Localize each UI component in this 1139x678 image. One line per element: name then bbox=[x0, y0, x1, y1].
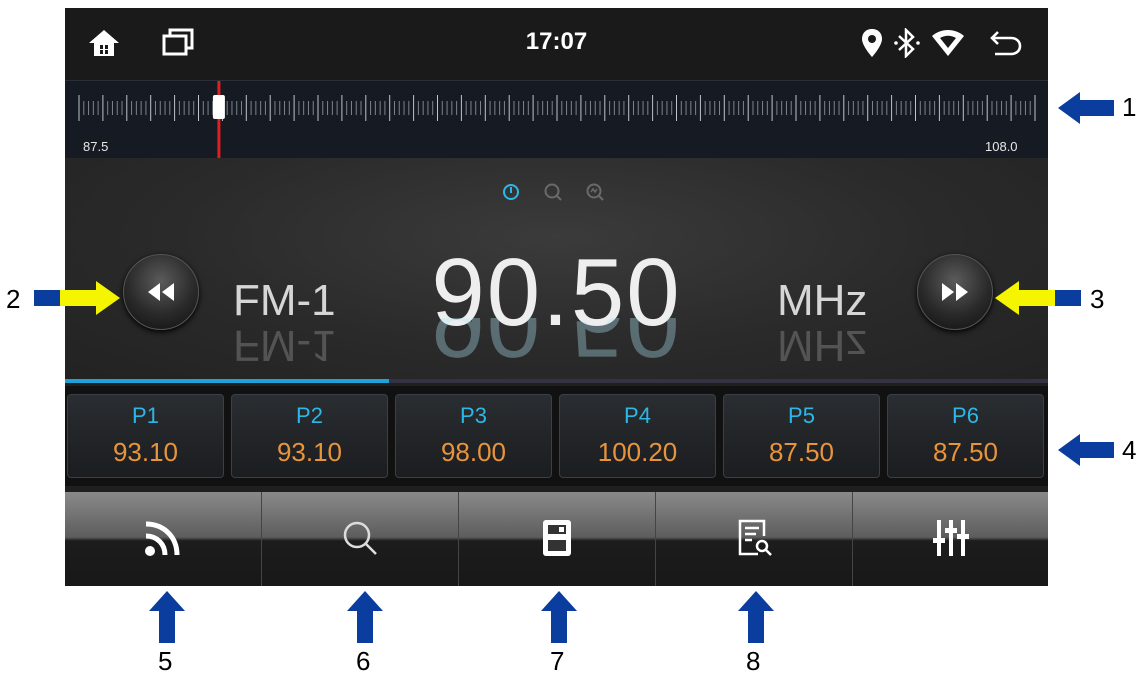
equalizer-icon bbox=[933, 520, 969, 556]
list-search-button[interactable] bbox=[656, 492, 853, 586]
search-button[interactable] bbox=[262, 492, 459, 586]
search-icon bbox=[343, 521, 377, 555]
annotation-number-7: 7 bbox=[550, 646, 565, 676]
save-icon bbox=[543, 520, 571, 556]
annotation-number-6: 6 bbox=[356, 646, 371, 676]
unit-label-reflection: MHz bbox=[777, 321, 868, 370]
unit-label: MHz bbox=[777, 276, 868, 325]
preset-name: P3 bbox=[460, 403, 487, 428]
preset-page-indicator bbox=[65, 379, 1048, 383]
preset-button-p2[interactable]: P2 93.10 bbox=[231, 394, 388, 478]
scan-icon[interactable] bbox=[543, 182, 563, 202]
preset-name: P2 bbox=[296, 403, 323, 428]
frequency-display: FM-1 FM-1 90.50 90.50 MHz MHz bbox=[65, 158, 1048, 383]
list-search-icon bbox=[738, 519, 772, 556]
equalizer-button[interactable] bbox=[853, 492, 1048, 586]
annotation-arrow-3 bbox=[995, 281, 1081, 315]
preset-button-p1[interactable]: P1 93.10 bbox=[67, 394, 224, 478]
frequency-reflection: 90.50 bbox=[431, 318, 682, 377]
back-icon[interactable] bbox=[989, 28, 1023, 63]
preset-button-p3[interactable]: P3 98.00 bbox=[395, 394, 552, 478]
preset-frequency: 98.00 bbox=[440, 437, 507, 467]
preset-name: P4 bbox=[624, 403, 651, 428]
status-bar: 17:07 bbox=[65, 8, 1048, 80]
location-icon bbox=[860, 28, 884, 63]
auto-search-icon[interactable] bbox=[585, 182, 605, 202]
save-button[interactable] bbox=[459, 492, 656, 586]
preset-button-p6[interactable]: P6 87.50 bbox=[887, 394, 1044, 478]
annotation-number-3: 3 bbox=[1090, 284, 1105, 314]
scale-max-label: 108.0 bbox=[985, 139, 1018, 154]
preset-button-p4[interactable]: P4 100.20 bbox=[559, 394, 716, 478]
fast-forward-icon bbox=[942, 283, 968, 301]
annotation-number-4: 4 bbox=[1122, 435, 1137, 465]
annotation-arrow-4 bbox=[1058, 434, 1114, 466]
preset-frequency: 100.20 bbox=[597, 437, 678, 467]
preset-page-indicator-fill bbox=[65, 379, 390, 383]
preset-name: P1 bbox=[132, 403, 159, 428]
annotation-number-2: 2 bbox=[6, 284, 21, 314]
radio-screen: 17:07 87.5 108.0 FM-1 FM-1 90.50 90.50 M… bbox=[65, 8, 1048, 586]
tuning-knob[interactable] bbox=[212, 95, 225, 119]
preset-frequency: 93.10 bbox=[112, 437, 179, 467]
annotation-number-8: 8 bbox=[746, 646, 761, 676]
preset-name: P6 bbox=[952, 403, 979, 428]
preset-frequency: 87.50 bbox=[768, 437, 835, 467]
preset-name: P5 bbox=[788, 403, 815, 428]
preset-frequency: 87.50 bbox=[932, 437, 999, 467]
signal-icon bbox=[145, 521, 180, 556]
annotation-arrow-6 bbox=[347, 591, 383, 643]
annotation-arrow-8 bbox=[738, 591, 774, 643]
scale-ticks bbox=[78, 81, 1036, 159]
annotation-arrow-1 bbox=[1058, 92, 1114, 124]
annotation-arrow-5 bbox=[149, 591, 185, 643]
signal-button[interactable] bbox=[65, 492, 262, 586]
tuner-scale[interactable]: 87.5 108.0 bbox=[65, 80, 1048, 160]
scale-min-label: 87.5 bbox=[83, 139, 109, 154]
annotation-number-1: 1 bbox=[1122, 92, 1137, 122]
wifi-icon bbox=[931, 28, 965, 63]
annotation-number-5: 5 bbox=[158, 646, 173, 676]
preset-button-p5[interactable]: P5 87.50 bbox=[723, 394, 880, 478]
standby-icon[interactable] bbox=[501, 182, 521, 202]
seek-forward-button[interactable] bbox=[917, 254, 993, 330]
annotation-arrow-7 bbox=[541, 591, 577, 643]
preset-frequency: 93.10 bbox=[276, 437, 343, 467]
bluetooth-icon bbox=[893, 26, 921, 63]
preset-bar: P1 93.10 P2 93.10 P3 98.00 P4 100.20 P5 … bbox=[65, 386, 1048, 486]
bottom-toolbar bbox=[65, 492, 1048, 586]
annotation-arrow-2 bbox=[34, 281, 120, 315]
